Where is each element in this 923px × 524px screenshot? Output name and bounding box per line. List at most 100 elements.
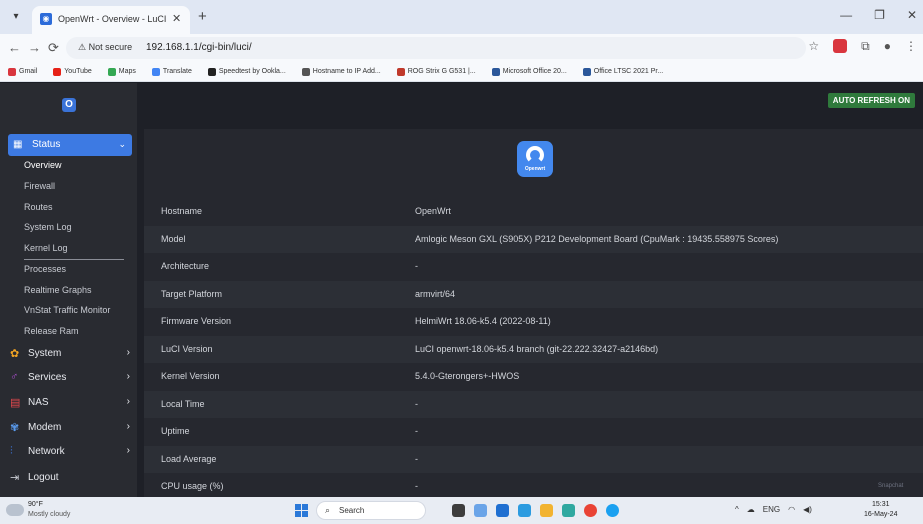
sidebar-item-label: Modem (28, 422, 62, 433)
info-value: OpenWrt (415, 206, 451, 216)
bookmark-favicon-icon (151, 67, 160, 76)
security-indicator[interactable]: ⚠ Not secure (78, 42, 132, 53)
info-value: - (415, 261, 418, 271)
logout-icon: ⇥ (10, 472, 20, 484)
sidebar-subitem-release-ram[interactable]: Release Ram (24, 326, 79, 336)
chrome-icon[interactable] (584, 504, 597, 517)
bookmark-label: Speedtest by Ookla... (218, 68, 286, 75)
tab-openwrt-overview[interactable]: ◉ OpenWrt - Overview - LuCI ✕ (32, 6, 190, 34)
bookmark-favicon-icon (582, 67, 591, 76)
info-value: Amlogic Meson GXL (S905X) P212 Developme… (415, 233, 779, 244)
chat-app-icon[interactable] (606, 504, 619, 517)
omnibox[interactable]: ⚠ Not secure 192.168.1.1/cgi-bin/luci/ (66, 37, 806, 59)
weather-desc[interactable]: Mostly cloudy (28, 511, 70, 518)
sidebar-subitem-kernel-log[interactable]: Kernel Log (24, 243, 68, 253)
extensions-puzzle-icon[interactable]: ⧉ (861, 39, 870, 54)
sidebar-item-label: Network (28, 446, 65, 457)
tab-favicon-icon: ◉ (40, 13, 52, 25)
openwrt-logo-text: Openwrt (524, 166, 546, 172)
minimize-icon[interactable]: — (840, 8, 852, 22)
sidebar-item-logout[interactable]: ⇥ Logout (10, 469, 130, 487)
tab-list-chevron-icon[interactable]: ▾ (8, 9, 24, 25)
auto-refresh-button[interactable]: AUTO REFRESH ON (827, 93, 915, 108)
openwrt-logo-icon[interactable]: O (62, 98, 76, 112)
tab-close-icon[interactable]: ✕ (172, 12, 181, 25)
file-explorer-icon[interactable] (540, 504, 553, 517)
info-row-hostname: Hostname OpenWrt (144, 198, 923, 225)
restore-icon[interactable]: ❐ (874, 8, 885, 22)
sidebar-item-status[interactable]: ▦ Status ⌄ (8, 134, 132, 156)
luci-sidebar: O ▦ Status ⌄ Overview Firewall Routes Syste… (0, 83, 137, 497)
tray-cloud-icon[interactable]: ☁ (747, 505, 755, 514)
info-value: LuCI openwrt-18.06-k5.4 branch (git-22.2… (415, 343, 659, 354)
sidebar-subitem-realtime-graphs[interactable]: Realtime Graphs (24, 285, 92, 295)
bookmark-item[interactable]: Maps (107, 67, 136, 76)
bookmark-item[interactable]: Hostname to IP Add... (301, 67, 381, 76)
info-row-cpu-usage: CPU usage (%) - (144, 473, 923, 500)
cloud-icon[interactable] (6, 504, 24, 516)
active-underline (24, 259, 124, 260)
close-window-icon[interactable]: ✕ (907, 8, 917, 22)
info-key: Load Average (161, 453, 217, 464)
windows-start-icon[interactable] (295, 504, 308, 517)
sidebar-subitem-system-log[interactable]: System Log (24, 222, 72, 232)
sidebar-subitem-firewall[interactable]: Firewall (24, 181, 55, 191)
info-row-architecture: Architecture - (144, 253, 923, 280)
chevron-right-icon: › (126, 347, 130, 358)
sidebar-item-system[interactable]: ✿ System › (10, 345, 130, 363)
overview-panel: Openwrt Hostname OpenWrt Model Amlogic Meso… (144, 129, 923, 497)
volume-icon[interactable]: ◀) (803, 505, 812, 514)
bookmark-item[interactable]: ROG Strix G G531 |... (396, 67, 476, 76)
dashboard-icon: ▦ (13, 139, 23, 150)
weather-temp[interactable]: 90°F (28, 501, 43, 508)
sidebar-subitem-vnstat-traffic-monitor[interactable]: VnStat Traffic Monitor (24, 305, 110, 315)
info-row-kernel-version: Kernel Version 5.4.0-Gterongers+-HWOS (144, 363, 923, 390)
window-controls: — ❐ ✕ (840, 8, 917, 22)
url-text[interactable]: 192.168.1.1/cgi-bin/luci/ (146, 42, 252, 53)
info-value: - (415, 481, 418, 491)
sidebar-item-nas[interactable]: ▤ NAS › (10, 394, 130, 412)
back-icon[interactable]: ← (8, 40, 21, 55)
wifi-icon[interactable]: ◠ (788, 505, 795, 514)
bookmark-label: YouTube (64, 68, 92, 75)
info-row-luci-version: LuCI Version LuCI openwrt-18.06-k5.4 bran… (144, 335, 923, 363)
edge-icon[interactable] (562, 504, 575, 517)
sidebar-subitem-overview[interactable]: Overview (24, 160, 62, 170)
bookmark-label: Gmail (19, 68, 38, 75)
bookmark-item[interactable]: Office LTSC 2021 Pr... (582, 67, 663, 76)
chevron-right-icon: › (126, 396, 130, 407)
bookmark-star-icon[interactable]: ☆ (808, 39, 819, 54)
store-icon[interactable] (496, 504, 509, 517)
taskbar-search[interactable]: ⌕ Search (316, 501, 426, 520)
sidebar-item-modem[interactable]: ✾ Modem › (10, 419, 130, 437)
new-tab-button[interactable]: + (198, 8, 207, 25)
menu-kebab-icon[interactable]: ⋮ (905, 39, 917, 54)
mail-icon[interactable] (518, 504, 531, 517)
tray-chevron-up-icon[interactable]: ^ (735, 505, 739, 514)
profile-avatar-icon[interactable]: ● (884, 39, 891, 54)
bookmark-favicon-icon (107, 67, 116, 76)
language-indicator[interactable]: ENG (763, 505, 780, 514)
info-row-model: Model Amlogic Meson GXL (S905X) P212 Deve… (144, 225, 923, 253)
bookmark-item[interactable]: Microsoft Office 20... (491, 67, 567, 76)
bookmark-item[interactable]: Speedtest by Ookla... (207, 67, 286, 76)
network-icon: ⫶ (10, 445, 13, 457)
chevron-right-icon: › (126, 421, 130, 432)
forward-icon[interactable]: → (28, 40, 41, 55)
info-value: - (415, 426, 418, 436)
clock[interactable]: 15:31 16-May-24 (864, 500, 897, 520)
sidebar-subitem-processes[interactable]: Processes (24, 264, 66, 274)
task-view-icon[interactable] (452, 504, 465, 517)
reload-icon[interactable]: ⟳ (48, 40, 59, 56)
widgets-icon[interactable] (474, 504, 487, 517)
sidebar-subitem-routes[interactable]: Routes (24, 202, 53, 212)
extension-icon[interactable] (833, 39, 848, 53)
sidebar-item-services[interactable]: ♂ Services › (10, 369, 130, 387)
info-key: CPU usage (%) (161, 481, 224, 491)
bookmark-item[interactable]: Translate (151, 67, 192, 76)
sidebar-item-network[interactable]: ⫶ Network › (10, 443, 130, 461)
info-value: HelmiWrt 18.06-k5.4 (2022-08-11) (415, 316, 551, 326)
bookmark-item[interactable]: Gmail (8, 67, 38, 76)
bookmark-item[interactable]: YouTube (53, 67, 92, 76)
info-key: Firmware Version (161, 316, 232, 326)
